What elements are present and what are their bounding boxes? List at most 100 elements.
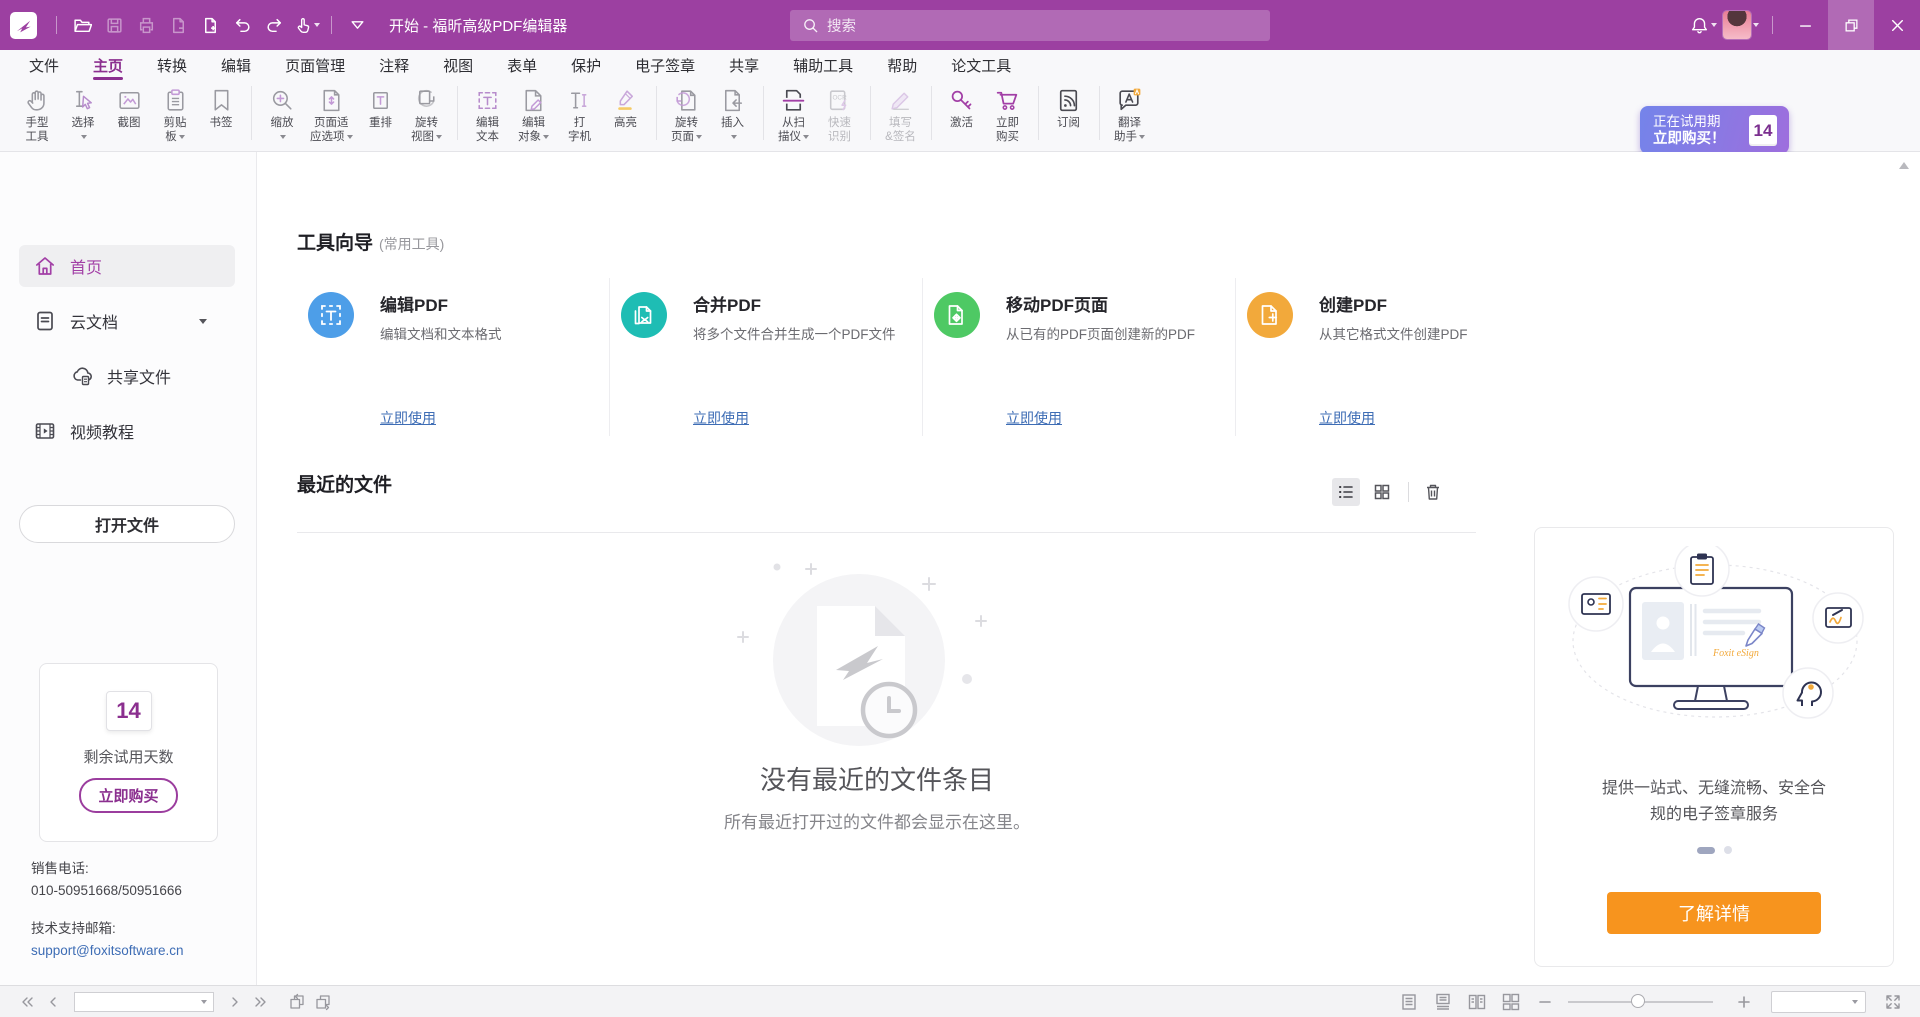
ribbon-button-select-tool[interactable]: 选择 — [60, 82, 106, 144]
ribbon-button-activate[interactable]: 激活 — [939, 82, 985, 130]
ribbon-button-reflow[interactable]: 重排 — [358, 82, 404, 130]
open-file-button[interactable]: 打开文件 — [19, 505, 235, 543]
ribbon-button-cart[interactable]: 立即购买 — [985, 82, 1031, 144]
single-page-view-button[interactable] — [1396, 990, 1422, 1014]
dropdown-caret-icon — [280, 135, 286, 139]
ribbon-button-clipboard[interactable]: 剪贴板 — [152, 82, 198, 144]
notifications-button[interactable] — [1687, 9, 1719, 41]
account-button[interactable] — [1719, 9, 1763, 41]
ribbon-button-zoom[interactable]: 缩放 — [259, 82, 305, 144]
ribbon-button-typewriter[interactable]: 打字机 — [557, 82, 603, 144]
menu-item-注释[interactable]: 注释 — [362, 50, 426, 80]
sidebar-item-video-tutorial[interactable]: 视频教程 — [19, 410, 235, 452]
ribbon-button-edit-object[interactable]: 编辑对象 — [511, 82, 557, 144]
touch-mode-button[interactable] — [290, 9, 322, 41]
zoom-in-button[interactable] — [1731, 990, 1757, 1014]
ribbon-button-rotate-pages[interactable]: 旋转页面 — [664, 82, 710, 144]
sidebar-item-shared-files[interactable]: 共享文件 — [19, 355, 235, 397]
redo-button[interactable] — [258, 9, 290, 41]
use-now-link[interactable]: 立即使用 — [1319, 408, 1375, 428]
tools-section-title: 工具向导(常用工具) — [297, 228, 444, 255]
ribbon-group-divider — [870, 86, 871, 140]
menu-item-论文工具[interactable]: 论文工具 — [934, 50, 1028, 80]
restore-button[interactable] — [1828, 0, 1874, 50]
zoom-out-button[interactable] — [1532, 990, 1558, 1014]
continuous-view-button[interactable] — [1430, 990, 1456, 1014]
facing-view-button[interactable] — [1464, 990, 1490, 1014]
delete-pages-icon-button[interactable] — [162, 9, 194, 41]
ribbon-button-hand-tool[interactable]: 手型工具 — [14, 82, 60, 144]
clear-recent-button[interactable] — [1419, 478, 1447, 506]
ribbon-button-edit-text[interactable]: 编辑文本 — [465, 82, 511, 144]
sidebar-item-cloud-doc[interactable]: 云文档 — [19, 300, 235, 342]
zoom-slider-thumb[interactable] — [1631, 994, 1645, 1008]
ribbon-button-page-fit[interactable]: 页面适应选项 — [305, 82, 358, 144]
esign-illustration: Foxit eSign — [1550, 546, 1880, 781]
card-title: 创建PDF — [1319, 291, 1387, 316]
ribbon-button-highlight[interactable]: 高亮 — [603, 82, 649, 130]
undo-button[interactable] — [226, 9, 258, 41]
last-page-button[interactable] — [248, 990, 274, 1014]
menu-item-编辑[interactable]: 编辑 — [204, 50, 268, 80]
facing-continuous-view-button[interactable] — [1498, 990, 1524, 1014]
previous-view-button[interactable] — [284, 990, 310, 1014]
collapse-ribbon-button[interactable] — [341, 9, 373, 41]
trial-days-caption: 剩余试用天数 — [83, 746, 173, 767]
use-now-link[interactable]: 立即使用 — [693, 408, 749, 428]
menu-item-保护[interactable]: 保护 — [554, 50, 618, 80]
menu-item-辅助工具[interactable]: 辅助工具 — [776, 50, 870, 80]
buy-now-button[interactable]: 立即购买 — [79, 778, 177, 813]
menu-item-转换[interactable]: 转换 — [140, 50, 204, 80]
add-pages-icon-button[interactable] — [194, 9, 226, 41]
ribbon-button-translate[interactable]: 翻译助手 — [1107, 82, 1153, 144]
first-page-button[interactable] — [14, 990, 40, 1014]
menu-item-视图[interactable]: 视图 — [426, 50, 490, 80]
carousel-dot[interactable] — [1724, 846, 1732, 854]
fullscreen-button[interactable] — [1880, 990, 1906, 1014]
scrollbar-up-arrow[interactable] — [1899, 162, 1909, 169]
tool-cards: 编辑PDF编辑文档和文本格式立即使用合并PDF将多个文件合并生成一个PDF文件立… — [297, 278, 1549, 436]
carousel-dot-active[interactable] — [1697, 847, 1715, 854]
ribbon-button-scanner[interactable]: 从扫描仪 — [771, 82, 817, 144]
zoom-level-select[interactable] — [1771, 991, 1866, 1013]
ribbon-button-rotate-view[interactable]: 旋转视图 — [404, 82, 450, 144]
foxit-pdf-editor-window: 开始 - 福昕高级PDF编辑器 搜索 文件主页转换编辑页面管理注释视图表单保护电… — [0, 0, 1920, 1017]
next-view-button[interactable] — [310, 990, 336, 1014]
zoom-icon — [268, 84, 297, 116]
expand-caret-icon[interactable] — [199, 319, 207, 324]
ribbon-button-fill-sign[interactable]: 填写&签名 — [878, 82, 924, 144]
menu-item-文件[interactable]: 文件 — [12, 50, 76, 80]
menu-item-共享[interactable]: 共享 — [712, 50, 776, 80]
tool-card-card-edit: 编辑PDF编辑文档和文本格式立即使用 — [297, 278, 610, 436]
menu-item-主页[interactable]: 主页 — [76, 50, 140, 80]
previous-page-button[interactable] — [40, 990, 66, 1014]
close-button[interactable] — [1874, 0, 1920, 50]
menu-item-页面管理[interactable]: 页面管理 — [268, 50, 362, 80]
grid-view-button[interactable] — [1368, 478, 1396, 506]
ribbon-button-snapshot[interactable]: 截图 — [106, 82, 152, 130]
trial-badge-button[interactable]: 正在试用期 立即购买！ 14 — [1640, 106, 1789, 154]
tool-card-card-create: 创建PDF从其它格式文件创建PDF立即使用 — [1236, 278, 1549, 436]
minimize-button[interactable] — [1782, 0, 1828, 50]
menu-item-电子签章[interactable]: 电子签章 — [618, 50, 712, 80]
print-icon-button[interactable] — [130, 9, 162, 41]
list-view-button[interactable] — [1332, 478, 1360, 506]
user-avatar — [1723, 11, 1751, 39]
use-now-link[interactable]: 立即使用 — [1006, 408, 1062, 428]
menu-item-帮助[interactable]: 帮助 — [870, 50, 934, 80]
page-number-input[interactable] — [74, 992, 214, 1012]
ribbon-button-subscribe[interactable]: 订阅 — [1046, 82, 1092, 130]
zoom-slider[interactable] — [1568, 1001, 1713, 1003]
open-file-icon-button[interactable] — [66, 9, 98, 41]
learn-more-button[interactable]: 了解详情 — [1607, 892, 1821, 934]
ribbon-button-ocr[interactable]: OCR快速识别 — [817, 82, 863, 144]
ribbon-button-insert-pages[interactable]: 插入 — [710, 82, 756, 144]
next-page-button[interactable] — [222, 990, 248, 1014]
search-box[interactable]: 搜索 — [790, 10, 1270, 41]
ribbon-button-bookmark[interactable]: 书签 — [198, 82, 244, 130]
support-email-link[interactable]: support@foxitsoftware.cn — [31, 943, 184, 958]
menu-item-表单[interactable]: 表单 — [490, 50, 554, 80]
sidebar-item-home[interactable]: 首页 — [19, 245, 235, 287]
save-icon-button[interactable] — [98, 9, 130, 41]
use-now-link[interactable]: 立即使用 — [380, 408, 436, 428]
